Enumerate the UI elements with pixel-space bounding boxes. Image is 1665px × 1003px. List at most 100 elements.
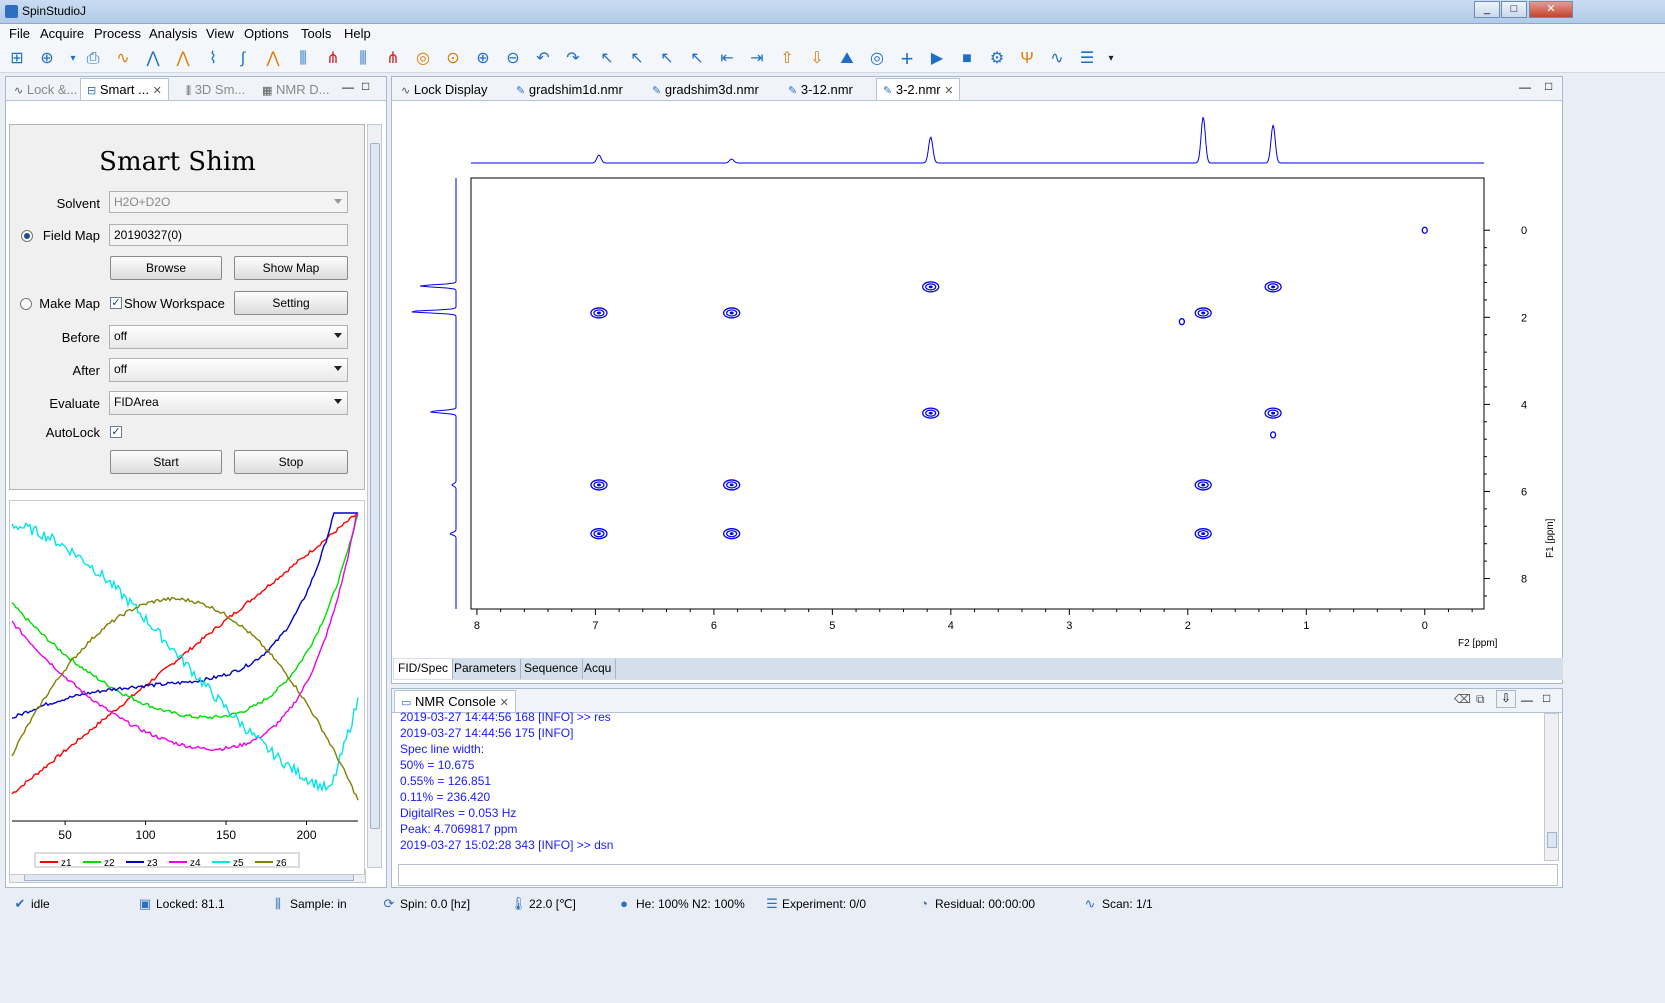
solvent-select[interactable]: H2O+D2O — [109, 191, 348, 213]
left-limit-icon[interactable]: ⇤ — [716, 48, 738, 70]
scroll-lock-icon[interactable]: ⇩ — [1496, 690, 1516, 708]
multiplet-icon[interactable]: ⫼ — [292, 48, 314, 70]
tab-3-12[interactable]: ✎ 3-12.nmr — [782, 79, 859, 101]
zoom-in-icon[interactable]: ⊕ — [472, 48, 494, 70]
x-tick-label: 1 — [1303, 620, 1309, 632]
right-limit-icon[interactable]: ⇥ — [746, 48, 768, 70]
show-map-button[interactable]: Show Map — [234, 256, 348, 280]
parameters-icon[interactable]: ☰ — [1076, 48, 1098, 70]
menu-options[interactable]: Options — [244, 26, 289, 41]
cross-peak-core — [928, 411, 933, 415]
close-tab-icon[interactable]: ✕ — [500, 697, 509, 709]
cursor-select-icon[interactable]: ↖ — [626, 48, 648, 70]
scrollbar-thumb[interactable] — [1547, 832, 1557, 848]
maximize-view-icon[interactable]: □ — [362, 79, 369, 93]
new-file-icon[interactable]: ⊞ — [6, 48, 28, 70]
new-experiment-icon[interactable]: ⊕ — [36, 48, 58, 70]
cursor-pick-icon[interactable]: ↖ — [656, 48, 678, 70]
spectrum-icon[interactable]: ⋀ — [142, 48, 164, 70]
scrollbar-thumb[interactable] — [370, 143, 380, 829]
x-tick-label: 8 — [474, 620, 480, 632]
menu-view[interactable]: View — [206, 26, 234, 41]
close-button[interactable]: ✕ — [1529, 1, 1573, 18]
fid-icon[interactable]: ∿ — [112, 48, 134, 70]
menu-analysis[interactable]: Analysis — [149, 26, 197, 41]
cursor-measure-icon[interactable]: ↖ — [686, 48, 708, 70]
peak-list-icon[interactable]: ⋔ — [322, 48, 344, 70]
close-tab-icon[interactable]: ✕ — [944, 85, 953, 97]
tab-label: NMR Console — [415, 694, 496, 709]
before-select[interactable]: off — [109, 325, 348, 349]
stack-icon[interactable]: ⫼ — [352, 48, 374, 70]
tab-fid-spec[interactable]: FID/Spec — [394, 659, 454, 679]
clear-console-icon[interactable]: ⌫ — [1454, 692, 1471, 706]
target-icon[interactable]: ◎ — [866, 48, 888, 70]
tab-lock[interactable]: ∿ Lock &... — [8, 79, 83, 101]
peak-pick-icon[interactable]: ⋀ — [262, 48, 284, 70]
show-workspace-checkbox[interactable]: ✓ — [110, 297, 122, 309]
minimize-view-icon[interactable]: — — [1521, 693, 1533, 707]
after-select[interactable]: off — [109, 358, 348, 382]
tab-3d-shim[interactable]: ⫼ 3D Sm... — [180, 79, 251, 101]
print-icon[interactable]: ⎙ — [82, 48, 104, 70]
zoom-icon[interactable]: ⊙ — [442, 48, 464, 70]
maximize-view-icon[interactable]: □ — [1545, 79, 1552, 93]
cursor-icon[interactable]: ↖ — [596, 48, 618, 70]
lock-signal-icon[interactable]: ∿ — [1046, 48, 1068, 70]
chevron-down-icon — [334, 366, 342, 371]
minimize-view-icon[interactable]: — — [342, 80, 354, 94]
menu-help[interactable]: Help — [344, 26, 371, 41]
settings-icon[interactable]: ⚙ — [986, 48, 1008, 70]
x-tick-label: 0 — [1422, 620, 1428, 632]
tab-gradshim3d[interactable]: ✎ gradshim3d.nmr — [646, 79, 765, 101]
baseline-icon[interactable]: ⌇ — [202, 48, 224, 70]
console-input[interactable] — [398, 864, 1558, 886]
pin-console-icon[interactable]: ⧉ — [1476, 692, 1485, 707]
integral-icon[interactable]: ∫ — [232, 48, 254, 70]
left-scrollbar[interactable] — [367, 124, 382, 868]
tab-acqu[interactable]: Acqu — [580, 659, 617, 679]
download-icon[interactable]: ⇩ — [806, 48, 828, 70]
browse-button[interactable]: Browse — [110, 256, 222, 280]
undo-icon[interactable]: ↶ — [532, 48, 554, 70]
phase-icon[interactable]: ⋀ — [172, 48, 194, 70]
t1-icon[interactable]: ◎ — [412, 48, 434, 70]
redo-icon[interactable]: ↷ — [562, 48, 584, 70]
maximize-view-icon[interactable]: □ — [1543, 691, 1550, 705]
nmr-2d-spectrum[interactable]: 8 7 6 5 4 3 2 1 0 F2 [ppm] 0 2 4 6 8 F1 [ppm] — [393, 101, 1561, 657]
menu-process[interactable]: Process — [94, 26, 141, 41]
autolock-checkbox[interactable]: ✓ — [110, 426, 122, 438]
setting-button[interactable]: Setting — [234, 291, 348, 315]
evaluate-select[interactable]: FIDArea — [109, 391, 348, 415]
tab-nmr-console[interactable]: ▭ NMR Console ✕ — [394, 690, 516, 712]
tab-nmr-data[interactable]: ▦ NMR D... — [256, 79, 335, 101]
stop-icon[interactable]: ■ — [956, 48, 978, 70]
shim-curve-z6 — [11, 596, 359, 801]
tab-3-2[interactable]: ✎ 3-2.nmr ✕ — [876, 78, 961, 100]
tab-sequence[interactable]: Sequence — [520, 659, 584, 679]
close-tab-icon[interactable]: ✕ — [153, 85, 162, 97]
tab-smart-shim[interactable]: ⊟ Smart ... ✕ — [80, 78, 169, 100]
menu-acquire[interactable]: Acquire — [40, 26, 84, 41]
tab-parameters[interactable]: Parameters — [450, 659, 522, 679]
menu-tools[interactable]: Tools — [301, 26, 331, 41]
field-map-field[interactable]: 20190327(0) — [109, 224, 348, 246]
maximize-button[interactable]: □ — [1501, 1, 1527, 18]
dropdown-icon[interactable]: ▾ — [1100, 48, 1122, 70]
upload-icon[interactable]: ⇧ — [776, 48, 798, 70]
crosshair-icon[interactable]: + — [896, 48, 918, 70]
zoom-out-icon[interactable]: ⊖ — [502, 48, 524, 70]
overlay-icon[interactable]: ⋔ — [382, 48, 404, 70]
tab-lock-display[interactable]: ∿ Lock Display — [395, 79, 494, 101]
menu-file[interactable]: File — [9, 26, 30, 41]
console-scrollbar[interactable] — [1544, 713, 1559, 861]
tab-gradshim1d[interactable]: ✎ gradshim1d.nmr — [510, 79, 629, 101]
sample-icon[interactable]: ⛰ — [836, 48, 858, 70]
play-icon[interactable]: ▶ — [926, 48, 948, 70]
minimize-view-icon[interactable]: — — [1519, 80, 1531, 94]
minimize-button[interactable]: _ — [1474, 1, 1500, 18]
start-button[interactable]: Start — [110, 450, 222, 474]
tune-icon[interactable]: Ψ — [1016, 48, 1038, 70]
dropdown-icon[interactable]: ▾ — [62, 48, 84, 70]
stop-button[interactable]: Stop — [234, 450, 348, 474]
